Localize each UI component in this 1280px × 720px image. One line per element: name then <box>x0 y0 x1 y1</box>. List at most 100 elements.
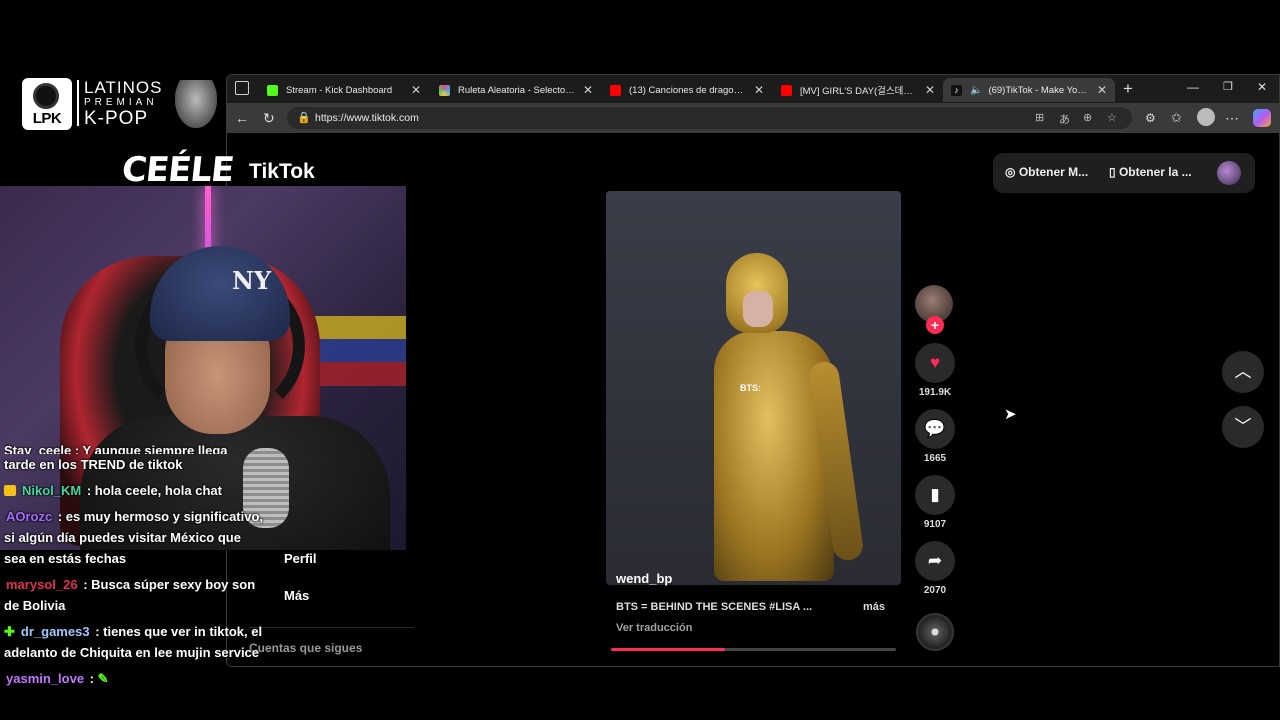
tiktok-logo[interactable]: TikTok <box>249 160 315 184</box>
share-button[interactable]: ➦ <box>915 541 955 581</box>
chat-username: AOrozc <box>6 509 53 524</box>
get-app-label: Obtener M... <box>1018 165 1089 179</box>
chat-message: AOrozc : es muy hermoso y significativo,… <box>4 506 266 569</box>
app-icon[interactable]: ⊞ <box>1035 111 1044 124</box>
latin-america-map-icon <box>175 80 217 128</box>
close-icon[interactable]: ✕ <box>1097 83 1107 97</box>
chat-username: dr_games3 <box>20 624 90 639</box>
comment-icon: 💬 <box>924 419 946 438</box>
chat-message: ✚ dr_games3 : tienes que ver in tiktok, e… <box>4 621 266 663</box>
chat-text: : <box>89 671 95 686</box>
minimize-icon[interactable]: — <box>1187 80 1199 94</box>
chat-username: Nikol_KM <box>22 483 82 498</box>
save-count: 9107 <box>923 519 947 530</box>
tab-title: (13) Canciones de dragon ball <box>629 84 746 96</box>
comment-button[interactable]: 💬 <box>915 409 955 449</box>
vinyl-icon <box>33 83 59 109</box>
speaker-icon[interactable]: 🔈 <box>970 85 982 96</box>
share-count: 2070 <box>923 585 947 596</box>
tab-strip: Stream - Kick Dashboard ✕ Ruleta Aleator… <box>227 75 1279 103</box>
profile-avatar[interactable] <box>1197 108 1215 126</box>
video-caption: BTS = BEHIND THE SCENES #LISA ... <box>616 601 813 613</box>
get-app-label: Obtener la ... <box>1118 165 1192 179</box>
chat-message: yasmin_love : ✎ <box>4 668 266 689</box>
chevron-up-icon: ︿ <box>1234 362 1252 381</box>
close-icon[interactable]: ✕ <box>754 83 764 97</box>
copilot-icon[interactable] <box>1253 109 1271 127</box>
close-icon[interactable]: ✕ <box>925 83 935 97</box>
chat-text: tarde en los TREND de tiktok <box>4 457 183 472</box>
video-author[interactable]: wend_bp <box>616 571 672 586</box>
zoom-icon[interactable]: ⊕ <box>1083 111 1092 124</box>
save-button[interactable]: ▮ <box>915 475 955 515</box>
cap-logo: NY <box>232 266 272 295</box>
video-player[interactable]: BTS: <box>606 191 901 585</box>
address-bar[interactable]: 🔒 https://www.tiktok.com ⊞ あ ⊕ ☆ <box>287 107 1132 129</box>
chat-text: : hola ceele, hola chat <box>86 483 222 498</box>
restore-icon[interactable]: ❐ <box>1223 80 1233 93</box>
tab-ruleta[interactable]: Ruleta Aleatoria - Selector Per ✕ <box>431 78 601 102</box>
back-icon[interactable]: ← <box>235 110 249 126</box>
chat-message: Nikol_KM : hola ceele, hola chat <box>4 480 266 501</box>
tiktok-icon: ♪ <box>951 84 962 96</box>
lpk-logo: LPK <box>22 78 72 130</box>
comment-count: 1665 <box>923 453 947 464</box>
tab-tiktok[interactable]: ♪ 🔈 (69)TikTok - Make Your D ✕ <box>943 78 1115 102</box>
youtube-icon <box>610 84 621 96</box>
video-progress-bar[interactable] <box>611 648 896 651</box>
chat-message: marysol_26 : Busca súper sexy boy son de… <box>4 574 266 616</box>
brand-line-2: PREMIAN <box>84 97 158 108</box>
music-disc-icon[interactable] <box>916 613 954 651</box>
close-icon[interactable]: ✕ <box>411 83 421 97</box>
crown-badge-icon <box>4 485 16 496</box>
tab-title: Ruleta Aleatoria - Selector Per <box>458 84 575 96</box>
tab-actions-icon[interactable] <box>235 81 249 95</box>
next-video-button[interactable]: ﹀ <box>1222 406 1264 448</box>
chat-username: marysol_26 <box>6 577 78 592</box>
favorites-icon[interactable]: ✩ <box>1171 110 1182 126</box>
extensions-icon[interactable]: ⚙ <box>1145 110 1156 126</box>
brand-line-1: LATINOS <box>84 78 163 97</box>
video-overlay-text: BTS: <box>740 383 761 393</box>
translate-icon[interactable]: あ <box>1059 111 1070 127</box>
video-figure <box>743 291 773 327</box>
nav-more[interactable]: Más <box>284 588 309 603</box>
chat-overlay: Stay_ceele : Y aunque siempre llega tard… <box>4 440 266 694</box>
nav-profile[interactable]: Perfil <box>284 551 317 566</box>
tab-girls-day[interactable]: [MV] GIRL'S DAY(걸스데이) _ S ✕ <box>773 78 943 102</box>
tab-dragon-ball[interactable]: (13) Canciones de dragon ball ✕ <box>602 78 772 102</box>
tab-title: [MV] GIRL'S DAY(걸스데이) _ S <box>800 86 917 97</box>
translate-link[interactable]: Ver traducción <box>616 622 692 634</box>
like-button[interactable]: ♥ <box>915 343 955 383</box>
get-app-button-1[interactable]: ◎ Obtener M... <box>1005 165 1088 179</box>
tab-kick-dashboard[interactable]: Stream - Kick Dashboard ✕ <box>259 78 429 102</box>
diamond-badge-icon: ✚ <box>4 624 15 639</box>
mouse-cursor-icon: ➤ <box>1004 406 1017 423</box>
chat-username: yasmin_love <box>6 671 85 686</box>
url-text: https://www.tiktok.com <box>315 112 419 124</box>
reload-icon[interactable]: ↻ <box>263 110 275 126</box>
lock-icon[interactable]: 🔒 <box>297 111 311 124</box>
tab-title: Stream - Kick Dashboard <box>286 84 393 96</box>
share-icon: ➦ <box>927 551 943 570</box>
user-avatar[interactable] <box>1217 161 1241 185</box>
close-icon[interactable]: ✕ <box>583 83 593 97</box>
chat-message: tarde en los TREND de tiktok <box>4 454 266 475</box>
window-close-icon[interactable]: ✕ <box>1257 80 1267 94</box>
favorite-star-icon[interactable]: ☆ <box>1107 111 1117 124</box>
new-tab-button[interactable]: + <box>1123 79 1133 99</box>
caption-more-link[interactable]: más <box>863 601 885 613</box>
more-menu-icon[interactable]: ⋯ <box>1225 110 1239 126</box>
follow-plus-icon[interactable]: + <box>926 316 944 334</box>
divider <box>77 80 79 126</box>
kick-icon <box>267 84 278 96</box>
wheel-icon <box>439 84 450 96</box>
brand-line-3: K-POP <box>84 108 149 129</box>
get-app-bar: ◎ Obtener M... ▯ Obtener la ... <box>993 153 1255 193</box>
logo-text: LPK <box>32 110 62 127</box>
streamer-name: CEÉLE <box>119 150 236 190</box>
divider <box>249 627 414 628</box>
screen: Stream - Kick Dashboard ✕ Ruleta Aleator… <box>0 0 1280 720</box>
get-app-button-2[interactable]: ▯ Obtener la ... <box>1109 165 1192 179</box>
previous-video-button[interactable]: ︿ <box>1222 351 1264 393</box>
